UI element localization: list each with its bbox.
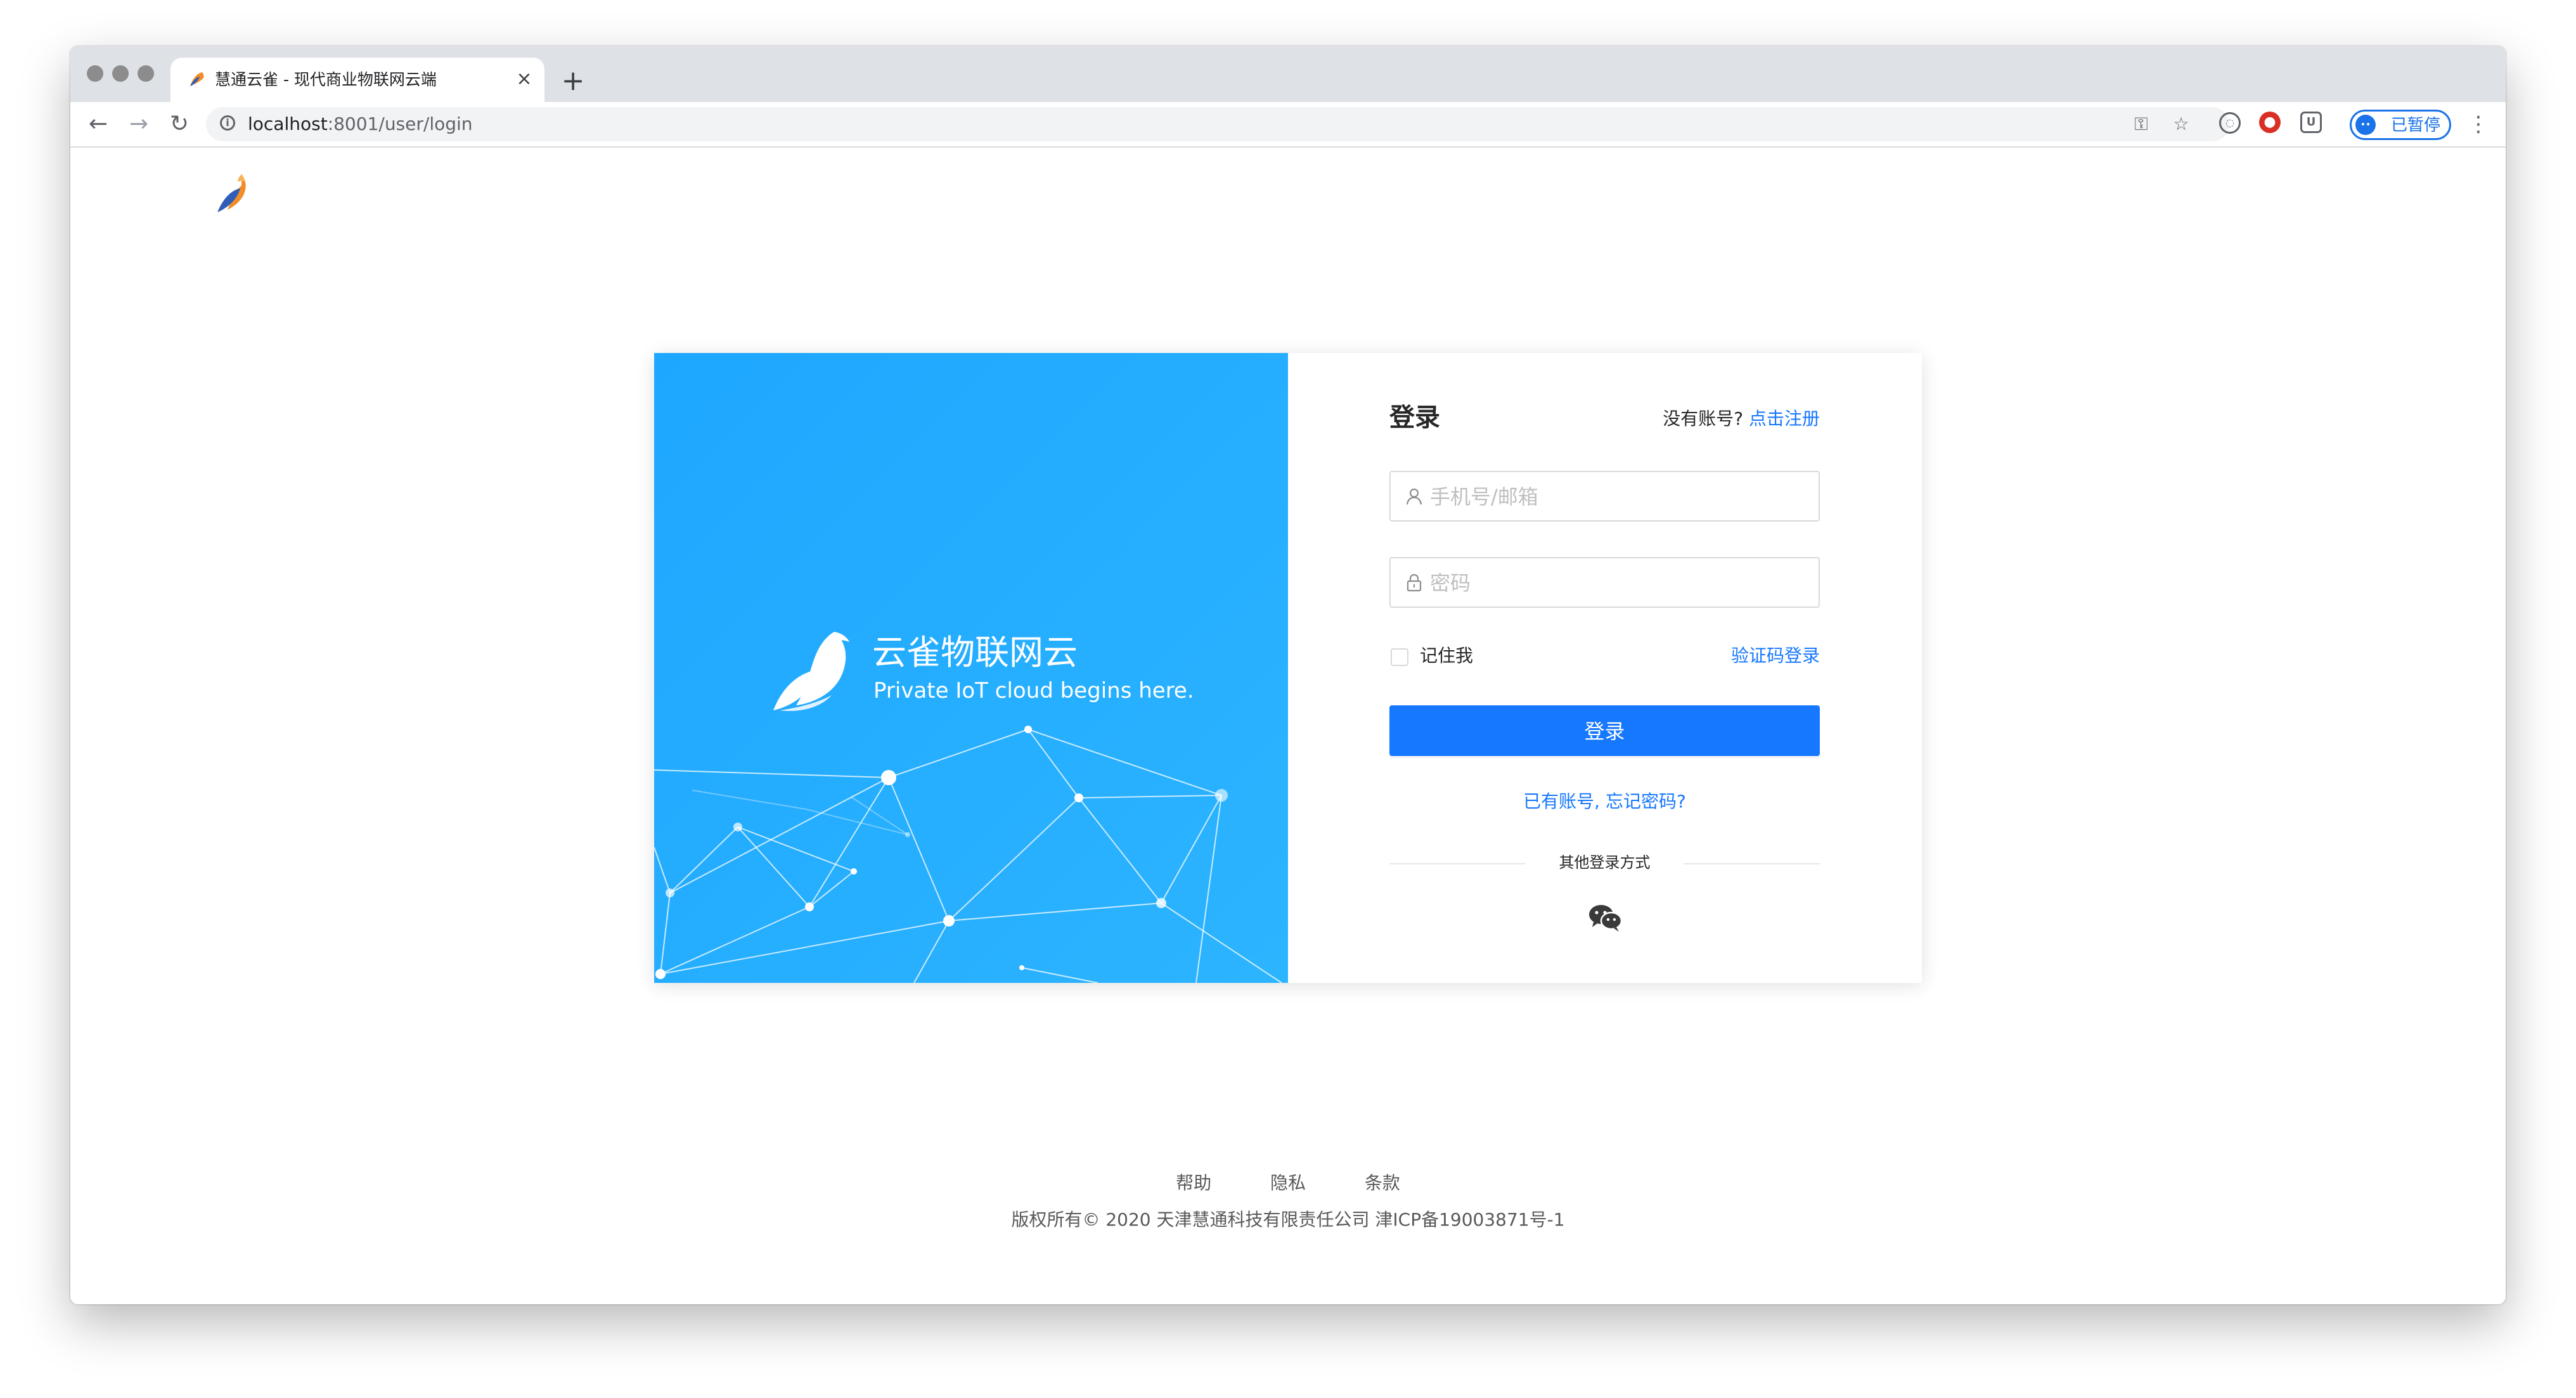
hero-title: 云雀物联网云 [872, 632, 1078, 672]
url-text[interactable]: localhost:8001/user/login [248, 113, 473, 135]
page-content: 云雀物联网云 Private IoT cloud begins here. 登录… [70, 148, 2506, 1304]
address-bar[interactable]: i localhost:8001/user/login ⚿ ☆ [206, 107, 2229, 141]
footer-links: 帮助 隐私 条款 [70, 1169, 2506, 1197]
profile-status: 已暂停 [2391, 116, 2441, 135]
bookmark-star-icon[interactable]: ☆ [2170, 113, 2193, 136]
back-arrow-icon[interactable]: ← [83, 109, 113, 139]
remember-checkbox[interactable] [1391, 648, 1408, 666]
register-prompt: 没有账号? 点击注册 [1663, 406, 1820, 432]
key-icon[interactable]: ⚿ [2130, 113, 2153, 136]
forgot-password-link[interactable]: 已有账号, 忘记密码? [1389, 789, 1820, 814]
site-favicon-icon [190, 72, 204, 86]
user-icon [1406, 488, 1422, 505]
extension-shield-icon[interactable]: U [2300, 112, 2322, 133]
login-card: 云雀物联网云 Private IoT cloud begins here. 登录… [654, 353, 1922, 983]
bird-logo-icon [773, 632, 849, 711]
register-link[interactable]: 点击注册 [1749, 408, 1820, 429]
login-form: 登录 没有账号? 点击注册 手机号/邮箱 记住我 验证码登录 登录 已有账号, … [1288, 353, 1922, 983]
account-field[interactable] [1389, 471, 1820, 522]
login-title: 登录 [1389, 403, 1440, 432]
footer-link-privacy[interactable]: 隐私 [1270, 1172, 1306, 1193]
window-minimize-button[interactable] [112, 65, 129, 82]
tab-close-icon[interactable]: × [513, 68, 536, 91]
window-close-button[interactable] [87, 65, 103, 82]
extension-globe-icon[interactable]: ◌ [2219, 112, 2241, 134]
window-zoom-button[interactable] [138, 65, 154, 82]
browser-menu-icon[interactable]: ⋮ [2466, 109, 2491, 139]
hero-subtitle: Private IoT cloud begins here. [873, 678, 1194, 703]
site-info-icon[interactable]: i [220, 115, 235, 131]
browser-window: 慧通云雀 - 现代商业物联网云端 × + ← → ↻ i localhost:8… [70, 46, 2506, 1304]
tab-strip: 慧通云雀 - 现代商业物联网云端 × + [70, 46, 2506, 102]
login-button[interactable]: 登录 [1389, 705, 1820, 756]
copyright-text: 版权所有© 2020 天津慧通科技有限责任公司 津ICP备19003871号-1 [1011, 1209, 1565, 1230]
no-account-text: 没有账号? [1663, 408, 1744, 429]
account-input[interactable] [1429, 480, 1805, 514]
tab-title: 慧通云雀 - 现代商业物联网云端 [215, 70, 437, 89]
wechat-icon[interactable] [1588, 903, 1623, 932]
lock-icon [1407, 574, 1422, 592]
remember-label: 记住我 [1420, 645, 1474, 666]
extension-red-icon[interactable]: ● [2259, 112, 2281, 133]
new-tab-button[interactable]: + [555, 63, 591, 99]
footer-link-help[interactable]: 帮助 [1176, 1172, 1211, 1193]
profile-button[interactable]: •• 已暂停 [2350, 110, 2451, 140]
avatar: •• [2355, 115, 2376, 135]
browser-tab-active[interactable]: 慧通云雀 - 现代商业物联网云端 × [171, 58, 544, 102]
site-logo-icon[interactable] [215, 172, 252, 215]
hero-panel: 云雀物联网云 Private IoT cloud begins here. [654, 353, 1288, 983]
reload-icon[interactable]: ↻ [164, 109, 195, 139]
footer-link-terms[interactable]: 条款 [1365, 1172, 1400, 1193]
sms-login-link[interactable]: 验证码登录 [1731, 643, 1820, 669]
other-methods-divider: 其他登录方式 [1389, 850, 1820, 875]
other-methods-label: 其他登录方式 [1559, 854, 1651, 871]
password-input[interactable] [1429, 566, 1805, 600]
password-field[interactable] [1389, 557, 1820, 608]
forward-arrow-icon[interactable]: → [124, 109, 154, 139]
browser-toolbar: ← → ↻ i localhost:8001/user/login ⚿ ☆ ◌ … [70, 102, 2506, 148]
